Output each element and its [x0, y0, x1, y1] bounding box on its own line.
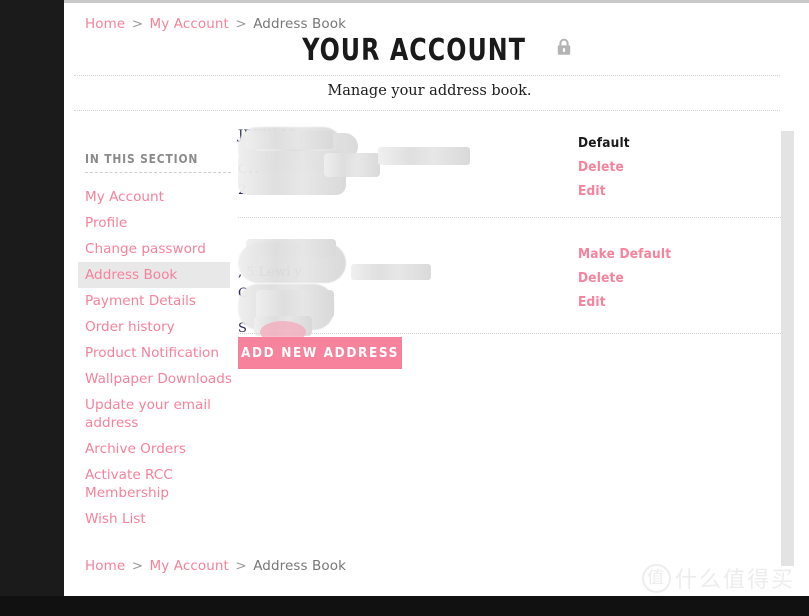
address-row-divider	[238, 333, 783, 334]
address-actions: Default Delete Edit	[578, 131, 768, 203]
breadcrumb-current-address-book: Address Book	[253, 558, 347, 574]
address-text: , 5 Lewi y	[238, 265, 302, 280]
scrollbar-thumb[interactable]	[781, 131, 794, 566]
sidebar: IN THIS SECTION My Account Profile Change …	[78, 151, 237, 532]
breadcrumb-link-home[interactable]: Home	[85, 558, 125, 574]
address-row-divider	[238, 217, 783, 218]
breadcrumb-current-address-book: Address Book	[253, 16, 347, 32]
sidebar-item-update-your-email-address[interactable]: Update your email address	[78, 392, 237, 436]
default-label: Default	[578, 135, 630, 151]
sidebar-item-wish-list[interactable]: Wish List	[78, 506, 237, 532]
address-text-line: 2	[238, 183, 247, 198]
delete-address-link[interactable]: Delete	[578, 266, 768, 290]
sidebar-item-my-account[interactable]: My Account	[78, 184, 237, 210]
sidebar-item-change-password[interactable]: Change password	[78, 236, 237, 262]
page-subtitle: Manage your address book.	[327, 83, 532, 99]
sidebar-item-activate-rcc-membership[interactable]: Activate RCC Membership	[78, 462, 237, 506]
breadcrumb-link-my-account[interactable]: My Account	[150, 558, 229, 574]
edit-address-link[interactable]: Edit	[578, 290, 768, 314]
address-text-line: CH	[238, 162, 260, 177]
sidebar-item-order-history[interactable]: Order history	[78, 314, 237, 340]
sidebar-item-payment-details[interactable]: Payment Details	[78, 288, 237, 314]
breadcrumb: Home > My Account > Address Book	[85, 16, 346, 32]
sidebar-item-profile[interactable]: Profile	[78, 210, 237, 236]
sidebar-item-archive-orders[interactable]: Archive Orders	[78, 436, 237, 462]
divider-under-subtitle	[74, 110, 788, 111]
breadcrumb-separator: >	[235, 558, 247, 574]
address-entry: JREW 18 CH 2 Default Delete Edit	[238, 125, 783, 218]
address-text-line: C	[238, 286, 248, 301]
breadcrumb-link-my-account[interactable]: My Account	[150, 16, 229, 32]
address-actions: Make Default Delete Edit	[578, 242, 768, 314]
breadcrumb-separator: >	[131, 558, 144, 574]
scrollbar-track[interactable]	[781, 6, 795, 599]
lock-icon	[556, 38, 572, 60]
edit-address-link[interactable]: Edit	[578, 179, 768, 203]
delete-address-link[interactable]: Delete	[578, 155, 768, 179]
breadcrumb-bottom: Home > My Account > Address Book	[85, 558, 346, 574]
add-new-address-button[interactable]: ADD NEW ADDRESS	[238, 337, 402, 369]
sidebar-divider	[85, 172, 231, 173]
redaction-block	[246, 239, 336, 257]
left-dark-background-band	[0, 0, 64, 596]
breadcrumb-separator: >	[235, 16, 247, 32]
page-canvas: Home > My Account > Address Book YOUR AC…	[64, 3, 795, 599]
sidebar-heading: IN THIS SECTION	[85, 151, 199, 166]
make-default-link[interactable]: Make Default	[578, 242, 768, 266]
address-list: JREW 18 CH 2 Default Delete Edit , 5 Lew…	[238, 125, 783, 336]
address-entry: , 5 Lewi y C S Make Default Delete Edit	[238, 238, 783, 336]
page-title-container: YOUR ACCOUNT	[64, 33, 795, 68]
address-text-line: S	[238, 321, 247, 336]
sidebar-item-address-book[interactable]: Address Book	[78, 262, 230, 288]
page-title: YOUR ACCOUNT	[302, 33, 527, 68]
browser-viewport: Home > My Account > Address Book YOUR AC…	[0, 0, 809, 616]
bottom-dark-band	[0, 596, 809, 616]
address-text: JREW 18	[238, 128, 297, 143]
breadcrumb-link-home[interactable]: Home	[85, 16, 125, 32]
breadcrumb-separator: >	[131, 16, 144, 32]
sidebar-item-product-notification[interactable]: Product Notification	[78, 340, 237, 366]
sidebar-item-wallpaper-downloads[interactable]: Wallpaper Downloads	[78, 366, 237, 392]
divider-under-title	[74, 75, 788, 76]
sidebar-item-list: My Account Profile Change password Address …	[78, 184, 237, 532]
